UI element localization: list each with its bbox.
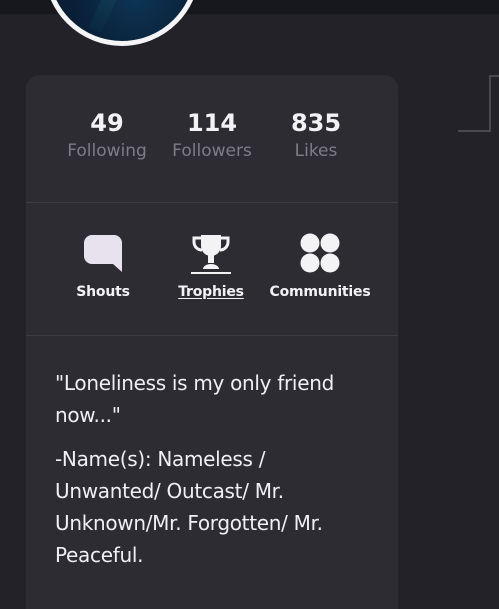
speech-bubble-icon — [84, 235, 122, 272]
divider — [26, 335, 398, 336]
avatar[interactable] — [44, 0, 200, 46]
stats-row: 49 Following 114 Followers 835 Likes — [26, 75, 398, 202]
bio-quote: "Loneliness is my only friend now..." — [55, 371, 334, 427]
nav-communities[interactable]: Communities — [264, 232, 376, 300]
bio-names: -Name(s): Nameless / Unwanted/ Outcast/ … — [55, 447, 323, 567]
trophy-icon — [191, 235, 231, 274]
stat-followers[interactable]: 114 Followers — [162, 108, 262, 162]
stat-following-label: Following — [67, 141, 147, 161]
stat-following[interactable]: 49 Following — [57, 108, 157, 162]
stat-likes-count: 835 — [290, 109, 342, 137]
bio: "Loneliness is my only friend now..." -N… — [55, 367, 375, 583]
stat-following-count: 49 — [90, 109, 124, 137]
nav-shouts-label: Shouts — [76, 284, 130, 300]
stat-followers-label: Followers — [172, 141, 252, 161]
profile-page: 49 Following 114 Followers 835 Likes Sho… — [0, 0, 499, 609]
nav-communities-label: Communities — [269, 284, 371, 300]
nav-trophies[interactable]: Trophies — [174, 232, 248, 300]
divider — [26, 202, 398, 203]
stat-followers-count: 114 — [186, 109, 238, 137]
profile-card: 49 Following 114 Followers 835 Likes Sho… — [26, 75, 398, 609]
stat-likes-label: Likes — [294, 141, 338, 161]
nav-shouts[interactable]: Shouts — [68, 232, 138, 300]
nav-trophies-label: Trophies — [178, 284, 244, 300]
decorative-connector — [458, 75, 499, 132]
communities-icon — [300, 233, 340, 273]
stat-likes[interactable]: 835 Likes — [266, 108, 366, 162]
